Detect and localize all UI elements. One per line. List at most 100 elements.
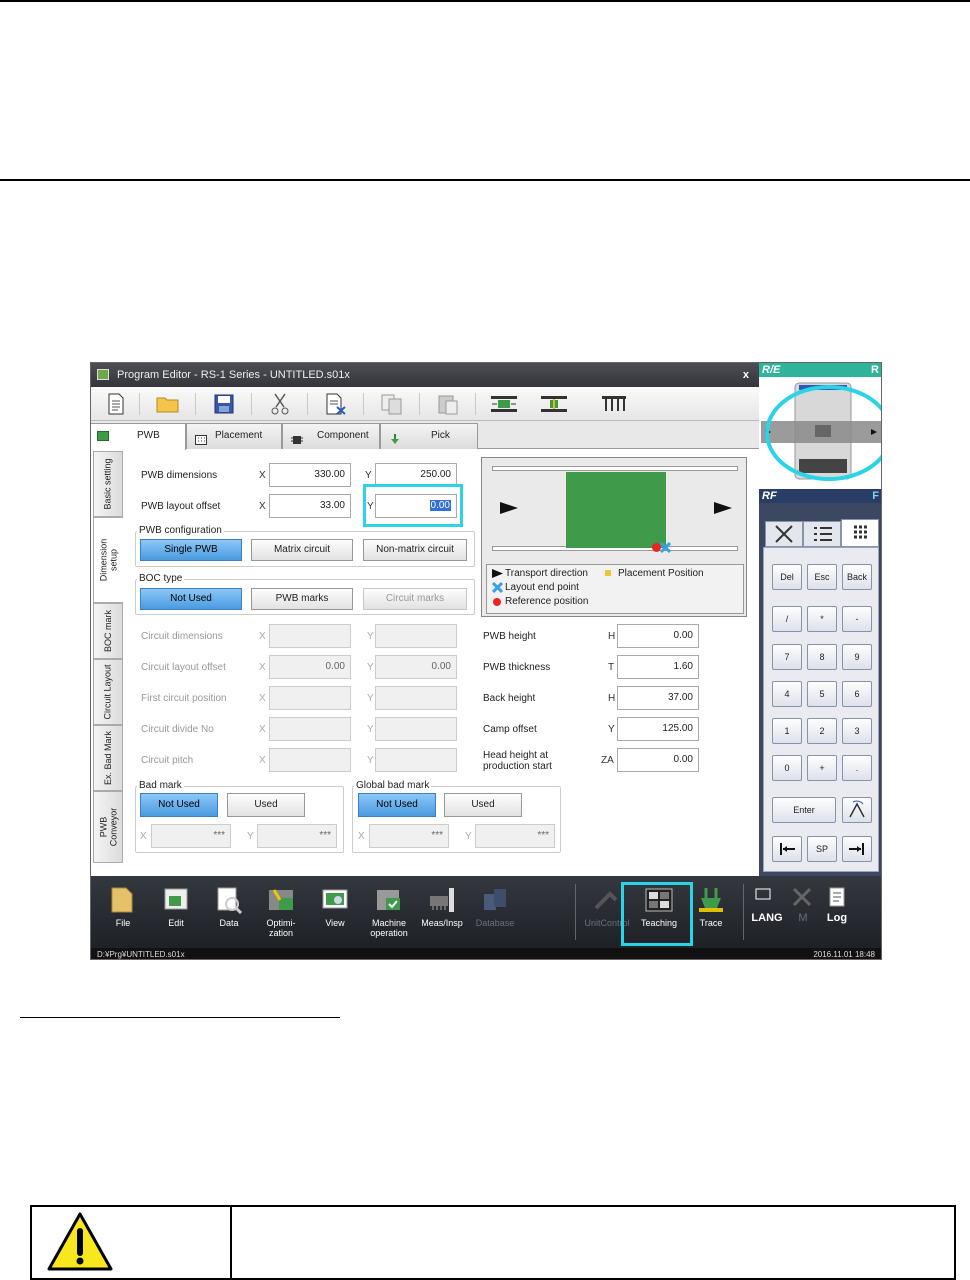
conveyor-center-icon[interactable]	[535, 390, 573, 418]
circuit-divide-no-y-field[interactable]	[375, 717, 457, 741]
non-matrix-circuit-button[interactable]: Non-matrix circuit	[363, 539, 467, 561]
circuit-pitch-x-field[interactable]	[269, 748, 351, 772]
global-bad-mark-y-field[interactable]: ***	[475, 824, 555, 848]
toolbar-separator	[475, 393, 476, 415]
key-1[interactable]: 1	[772, 718, 802, 744]
boc-not-used-button[interactable]: Not Used	[140, 588, 242, 610]
conveyor-in-icon[interactable]	[485, 390, 523, 418]
side-tab-ex-bad-mark[interactable]: Ex. Bad Mark	[93, 725, 123, 791]
global-bad-mark-not-used-button[interactable]: Not Used	[358, 793, 436, 817]
side-tab-pwb-conveyor[interactable]: PWB Conveyor	[93, 791, 123, 863]
key-8[interactable]: 8	[807, 644, 837, 670]
edit-icon	[161, 886, 191, 914]
tab-placement[interactable]: Placement	[186, 423, 282, 449]
back-height-field[interactable]: 37.00	[617, 686, 699, 710]
key-esc[interactable]: Esc	[807, 564, 837, 590]
bad-mark-not-used-button[interactable]: Not Used	[140, 793, 218, 817]
machine-tool-tab-icon[interactable]	[765, 521, 803, 547]
open-folder-icon[interactable]	[149, 390, 187, 418]
camp-offset-axis: Y	[608, 724, 615, 735]
camp-offset-field[interactable]: 125.00	[617, 717, 699, 741]
menu-label: LANG	[751, 912, 783, 924]
edit-menu[interactable]: Edit	[148, 880, 204, 944]
first-circuit-position-y-field[interactable]	[375, 686, 457, 710]
bad-mark-used-button[interactable]: Used	[227, 793, 305, 817]
file-menu[interactable]: File	[95, 880, 151, 944]
save-icon[interactable]	[205, 390, 243, 418]
circuit-pitch-y-field[interactable]	[375, 748, 457, 772]
key-6[interactable]: 6	[842, 681, 872, 707]
key-dot[interactable]: .	[842, 755, 872, 781]
side-tab-basic-setting[interactable]: Basic setting	[93, 451, 123, 517]
matrix-circuit-button[interactable]: Matrix circuit	[251, 539, 353, 561]
key-5[interactable]: 5	[807, 681, 837, 707]
key-end-icon[interactable]	[842, 836, 872, 862]
pwb-thickness-field[interactable]: 1.60	[617, 655, 699, 679]
menu-label: Edit	[168, 918, 184, 928]
key-enter[interactable]: Enter	[772, 797, 836, 823]
key-back[interactable]: Back	[842, 564, 872, 590]
tab-pick[interactable]: Pick	[380, 423, 478, 449]
feeder-icon[interactable]	[595, 390, 633, 418]
global-bad-mark-used-button[interactable]: Used	[444, 793, 522, 817]
toolbar-separator	[419, 393, 420, 415]
machine-operation-menu[interactable]: Machine operation	[361, 880, 417, 944]
delete-doc-icon[interactable]	[317, 390, 355, 418]
menu-label: File	[115, 918, 131, 928]
data-menu[interactable]: Data	[201, 880, 257, 944]
first-circuit-position-x-field[interactable]	[269, 686, 351, 710]
circuit-divide-no-x-field[interactable]	[269, 717, 351, 741]
keypad-tab-icon[interactable]	[841, 519, 879, 547]
optimization-menu[interactable]: Optimi- zation	[253, 880, 309, 944]
axis-x-label: X	[259, 724, 266, 735]
view-menu[interactable]: View	[307, 880, 363, 944]
tab-pwb[interactable]: PWB	[91, 423, 186, 450]
head-height-field[interactable]: 0.00	[617, 748, 699, 772]
new-file-icon[interactable]	[97, 390, 135, 418]
circuit-dimensions-y-field[interactable]	[375, 624, 457, 648]
machine-view[interactable]	[759, 377, 881, 489]
paste-icon[interactable]	[429, 390, 467, 418]
tab-component[interactable]: Component	[282, 423, 380, 449]
pwb-dimensions-x-field[interactable]: 330.00	[269, 463, 351, 487]
boc-pwb-marks-button[interactable]: PWB marks	[251, 588, 353, 610]
single-pwb-button[interactable]: Single PWB	[140, 539, 242, 561]
key-4[interactable]: 4	[772, 681, 802, 707]
key-plus[interactable]: +	[807, 755, 837, 781]
meas-insp-menu[interactable]: Meas/Insp	[414, 880, 470, 944]
pwb-layout-offset-x-field[interactable]: 33.00	[269, 494, 351, 518]
pwb-height-field[interactable]: 0.00	[617, 624, 699, 648]
list-tab-icon[interactable]	[803, 521, 841, 547]
circuit-layout-offset-y-field[interactable]: 0.00	[375, 655, 457, 679]
key-divide[interactable]: /	[772, 606, 802, 632]
log-button[interactable]: Log	[817, 880, 857, 944]
key-2[interactable]: 2	[807, 718, 837, 744]
side-tab-boc-mark[interactable]: BOC mark	[93, 603, 123, 659]
lang-button[interactable]: LANG	[747, 880, 787, 944]
key-7[interactable]: 7	[772, 644, 802, 670]
transport-legend-icon	[492, 569, 503, 578]
circuit-layout-offset-x-field[interactable]: 0.00	[269, 655, 351, 679]
side-tab-circuit-layout[interactable]: Circuit Layout	[93, 659, 123, 725]
key-minus[interactable]: -	[842, 606, 872, 632]
key-0[interactable]: 0	[772, 755, 802, 781]
key-multiply[interactable]: *	[807, 606, 837, 632]
boc-circuit-marks-button[interactable]: Circuit marks	[363, 588, 467, 610]
key-home-icon[interactable]	[772, 836, 802, 862]
circuit-dimensions-x-field[interactable]	[269, 624, 351, 648]
database-menu[interactable]: Database	[467, 880, 523, 944]
keyboard-mode-icon[interactable]	[842, 797, 872, 823]
key-9[interactable]: 9	[842, 644, 872, 670]
global-bad-mark-x-field[interactable]: ***	[369, 824, 449, 848]
key-space[interactable]: SP	[807, 836, 837, 862]
bad-mark-y-field[interactable]: ***	[257, 824, 337, 848]
m-button[interactable]: M	[785, 880, 821, 944]
menu-label: Trace	[699, 918, 723, 928]
cut-icon[interactable]	[261, 390, 299, 418]
close-button[interactable]: x	[743, 363, 749, 387]
key-del[interactable]: Del	[772, 564, 802, 590]
copy-icon[interactable]	[373, 390, 411, 418]
bad-mark-x-field[interactable]: ***	[151, 824, 231, 848]
side-tab-dimension-setup[interactable]: Dimension setup	[93, 517, 123, 603]
key-3[interactable]: 3	[842, 718, 872, 744]
